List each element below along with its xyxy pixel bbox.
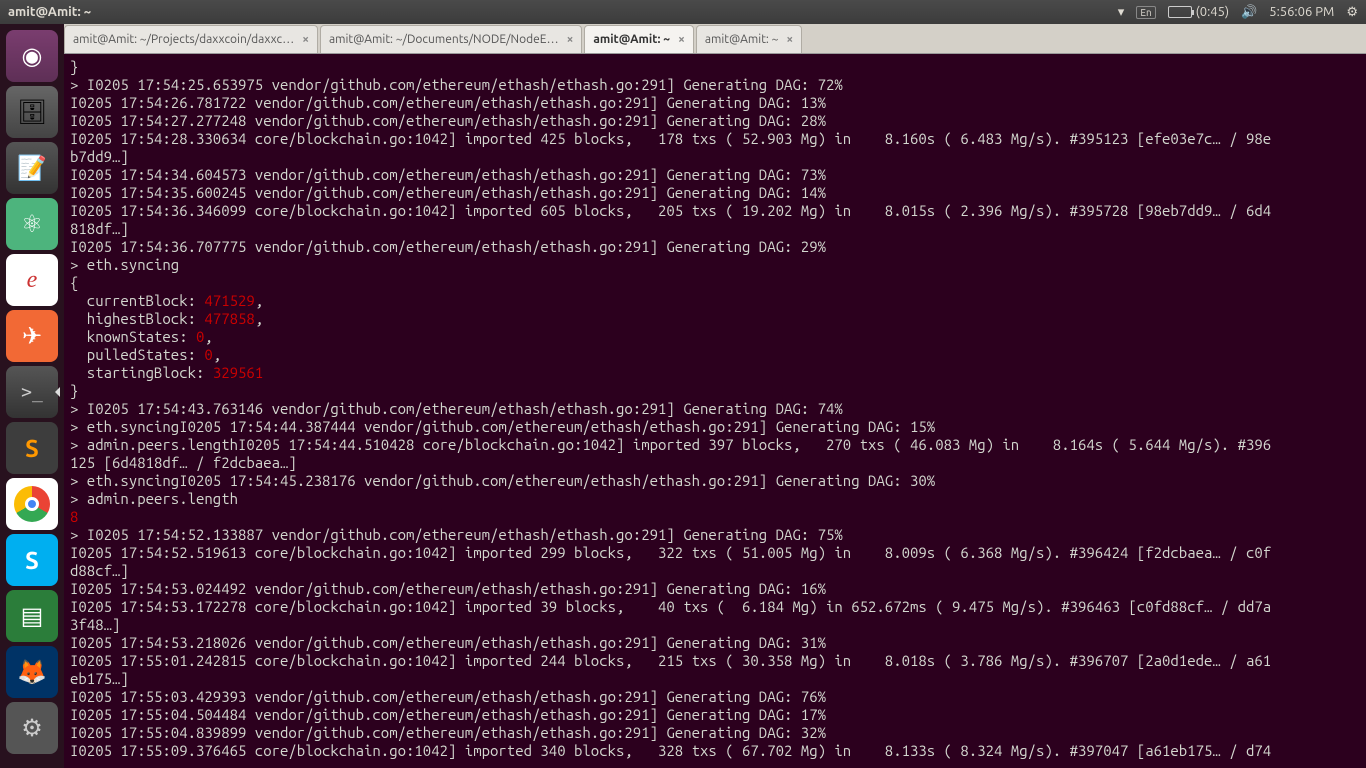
atom-icon[interactable]: ⚛ (6, 198, 58, 250)
gear-icon[interactable]: ⚙ (1346, 5, 1358, 20)
terminal-icon[interactable]: >_ (6, 366, 58, 418)
sublime-icon[interactable]: S (6, 422, 58, 474)
close-icon[interactable]: × (302, 33, 309, 46)
battery-indicator[interactable]: (0:45) (1168, 5, 1229, 19)
chrome-icon[interactable] (6, 478, 58, 530)
text-editor-icon[interactable]: 📝 (6, 142, 58, 194)
keyboard-lang[interactable]: En (1136, 6, 1155, 19)
system-indicators: ▾ En (0:45) 🔊 5:56:06 PM ⚙ (1118, 5, 1358, 20)
volume-icon[interactable]: 🔊 (1241, 5, 1257, 20)
tab-home-2[interactable]: amit@Amit: ~× (696, 25, 802, 53)
firefox-icon[interactable]: 🦊 (6, 646, 58, 698)
active-indicator-icon (55, 387, 60, 397)
skype-icon[interactable]: S (6, 534, 58, 586)
terminal-output[interactable]: } > I0205 17:54:25.653975 vendor/github.… (64, 54, 1366, 768)
unity-launcher: ◉ 🗄 📝 ⚛ e ✈ >_ S S ▤ 🦊 ⚙ (0, 24, 64, 768)
close-icon[interactable]: × (567, 33, 574, 46)
document-viewer-icon[interactable]: e (6, 254, 58, 306)
close-icon[interactable]: × (786, 33, 793, 46)
system-settings-icon[interactable]: ⚙ (6, 702, 58, 754)
libreoffice-icon[interactable]: ▤ (6, 590, 58, 642)
menubar: amit@Amit: ~ ▾ En (0:45) 🔊 5:56:06 PM ⚙ (0, 0, 1366, 24)
postman-icon[interactable]: ✈ (6, 310, 58, 362)
clock[interactable]: 5:56:06 PM (1269, 5, 1334, 19)
dash-icon[interactable]: ◉ (6, 30, 58, 82)
terminal-tabs: amit@Amit: ~/Projects/daxxcoin/daxxc…× a… (64, 24, 1366, 54)
wifi-icon[interactable]: ▾ (1118, 5, 1125, 20)
close-icon[interactable]: × (678, 33, 685, 46)
tab-home-active[interactable]: amit@Amit: ~× (584, 25, 693, 53)
window-title: amit@Amit: ~ (8, 5, 1118, 19)
tab-node[interactable]: amit@Amit: ~/Documents/NODE/NodeE…× (320, 25, 582, 53)
files-icon[interactable]: 🗄 (6, 86, 58, 138)
tab-daxxcoin[interactable]: amit@Amit: ~/Projects/daxxcoin/daxxc…× (64, 25, 318, 53)
battery-time: (0:45) (1196, 5, 1229, 19)
